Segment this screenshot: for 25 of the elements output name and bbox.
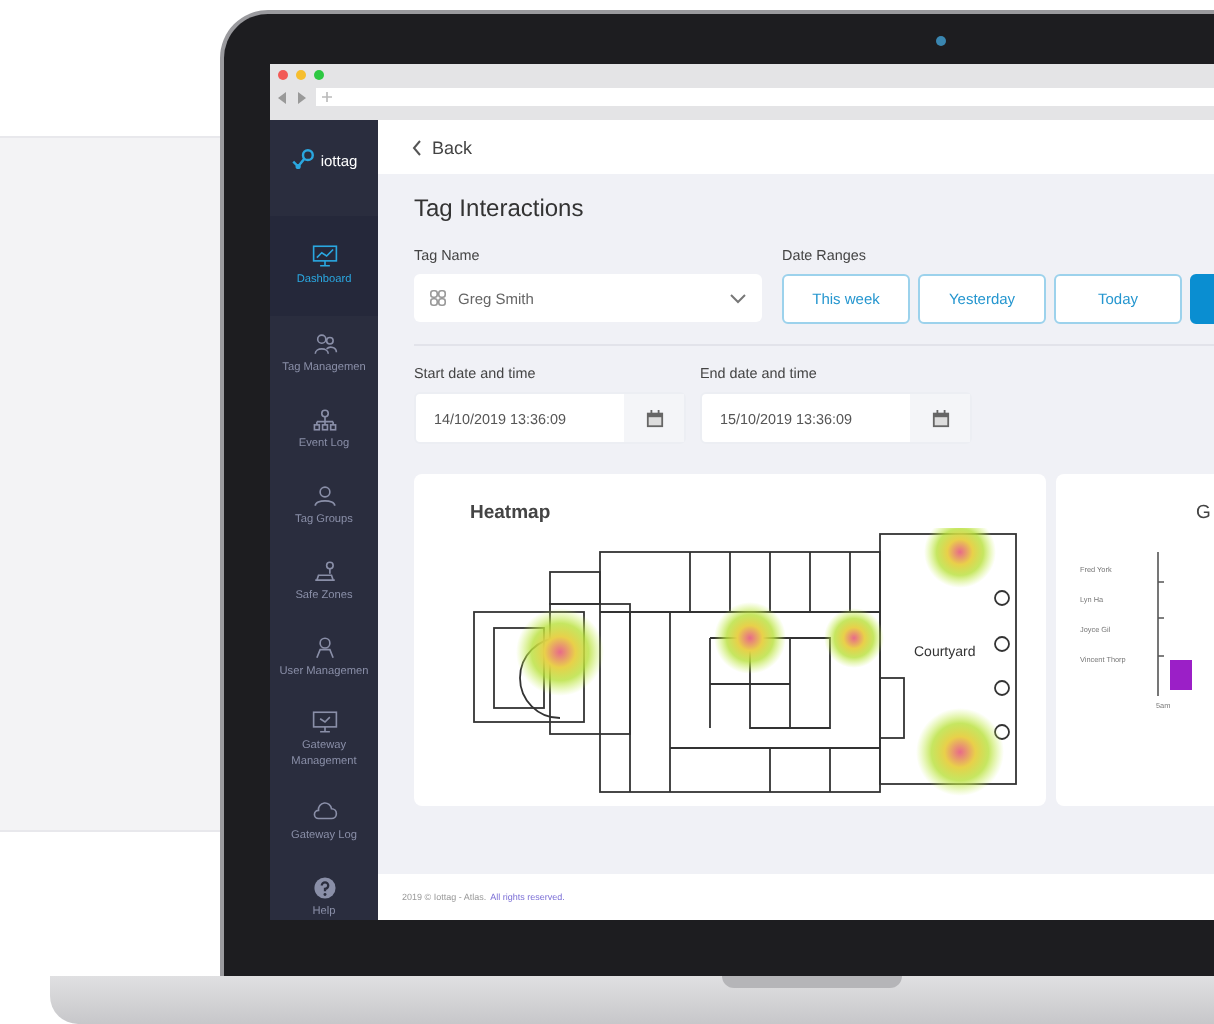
pin-and-vehicle-icon bbox=[311, 559, 337, 584]
people-icon bbox=[311, 331, 337, 356]
close-light-icon[interactable] bbox=[278, 70, 288, 80]
plus-icon[interactable] bbox=[322, 92, 332, 102]
cloud-icon bbox=[311, 799, 337, 824]
logo-icon bbox=[290, 148, 317, 172]
monitor-icon bbox=[311, 710, 337, 735]
back-link[interactable]: Back bbox=[412, 137, 473, 157]
minimize-light-icon[interactable] bbox=[296, 70, 306, 80]
help-icon bbox=[311, 875, 337, 900]
card-title: Heatmap bbox=[470, 502, 553, 524]
camera-dot bbox=[936, 36, 946, 46]
address-bar[interactable] bbox=[316, 88, 1214, 106]
tag-group-icon bbox=[430, 290, 446, 306]
chevron-down-icon bbox=[730, 293, 746, 303]
card-title: G bbox=[1196, 502, 1213, 524]
back-forward-icon[interactable] bbox=[278, 91, 306, 103]
zoom-light-icon[interactable] bbox=[314, 70, 324, 80]
chart-board-icon bbox=[311, 243, 337, 268]
graph-drawing bbox=[1156, 552, 1194, 696]
hierarchy-icon bbox=[311, 407, 337, 432]
chevron-left-icon bbox=[412, 139, 422, 155]
page-title: Tag Interactions bbox=[414, 194, 586, 222]
person-icon bbox=[311, 635, 337, 660]
person-icon bbox=[311, 483, 337, 508]
